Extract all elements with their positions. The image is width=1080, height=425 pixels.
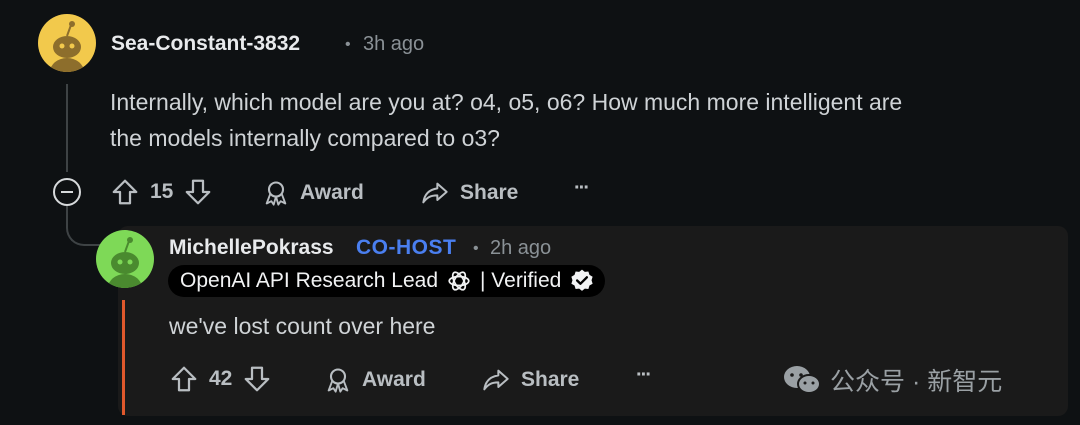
comment-body-line: the models internally compared to o3? <box>110 125 500 151</box>
comment-username[interactable]: Sea-Constant-3832 <box>111 32 300 56</box>
reply-timestamp[interactable]: 2h ago <box>490 237 551 260</box>
wechat-icon <box>784 366 821 394</box>
reply-body: we've lost count over here <box>169 313 436 339</box>
vote-controls: 15 <box>110 177 213 207</box>
avatar[interactable] <box>96 230 154 288</box>
award-label: Award <box>362 368 426 391</box>
more-options-icon: ··· <box>574 177 590 199</box>
more-options-button[interactable]: ··· <box>636 364 652 387</box>
award-button[interactable]: Award <box>324 366 426 394</box>
share-icon <box>422 182 448 204</box>
more-options-button[interactable]: ··· <box>574 177 590 200</box>
comment-thread: Sea-Constant-3832 • 3h ago Internally, w… <box>0 0 1080 425</box>
more-options-icon: ··· <box>636 364 652 386</box>
vote-count: 15 <box>150 180 174 203</box>
thread-line <box>66 84 68 172</box>
comment-body-line: Internally, which model are you at? o4, … <box>110 89 903 115</box>
share-button[interactable]: Share <box>481 366 579 394</box>
openai-logo-icon <box>448 271 470 291</box>
comment-timestamp[interactable]: 3h ago <box>363 33 424 56</box>
award-label: Award <box>300 181 364 204</box>
separator-dot: • <box>473 240 479 257</box>
share-label: Share <box>521 368 580 391</box>
share-label: Share <box>460 181 519 204</box>
verified-badge-icon <box>571 269 593 291</box>
snoo-avatar-icon <box>108 237 142 288</box>
downvote-icon[interactable] <box>183 177 213 207</box>
award-icon <box>265 181 287 206</box>
award-icon <box>327 368 349 393</box>
watermark-text: 公众号 · 新智元 <box>830 368 1003 396</box>
award-button[interactable]: Award <box>262 179 364 207</box>
thread-connector <box>66 206 102 246</box>
cohost-badge: CO-HOST <box>356 236 457 259</box>
minus-icon <box>61 191 73 193</box>
flair-text: OpenAI API Research Lead <box>180 269 438 292</box>
share-icon <box>483 369 509 391</box>
upvote-icon[interactable] <box>110 177 140 207</box>
reply-highlight-bar <box>122 300 125 415</box>
user-flair: OpenAI API Research Lead | Verified <box>168 265 606 297</box>
reply-username[interactable]: MichellePokrass <box>169 236 334 260</box>
share-button[interactable]: Share <box>420 179 518 207</box>
flair-verified-text: | Verified <box>480 269 562 292</box>
comment-body: Internally, which model are you at? o4, … <box>110 84 902 156</box>
separator-dot: • <box>345 36 351 53</box>
vote-count: 42 <box>209 367 233 390</box>
downvote-icon[interactable] <box>242 364 272 394</box>
vote-controls: 42 <box>169 364 272 394</box>
avatar[interactable] <box>38 14 96 72</box>
watermark: 公众号 · 新智元 <box>782 362 1002 398</box>
collapse-thread-button[interactable] <box>53 178 81 206</box>
upvote-icon[interactable] <box>169 364 199 394</box>
snoo-avatar-icon <box>50 21 84 72</box>
